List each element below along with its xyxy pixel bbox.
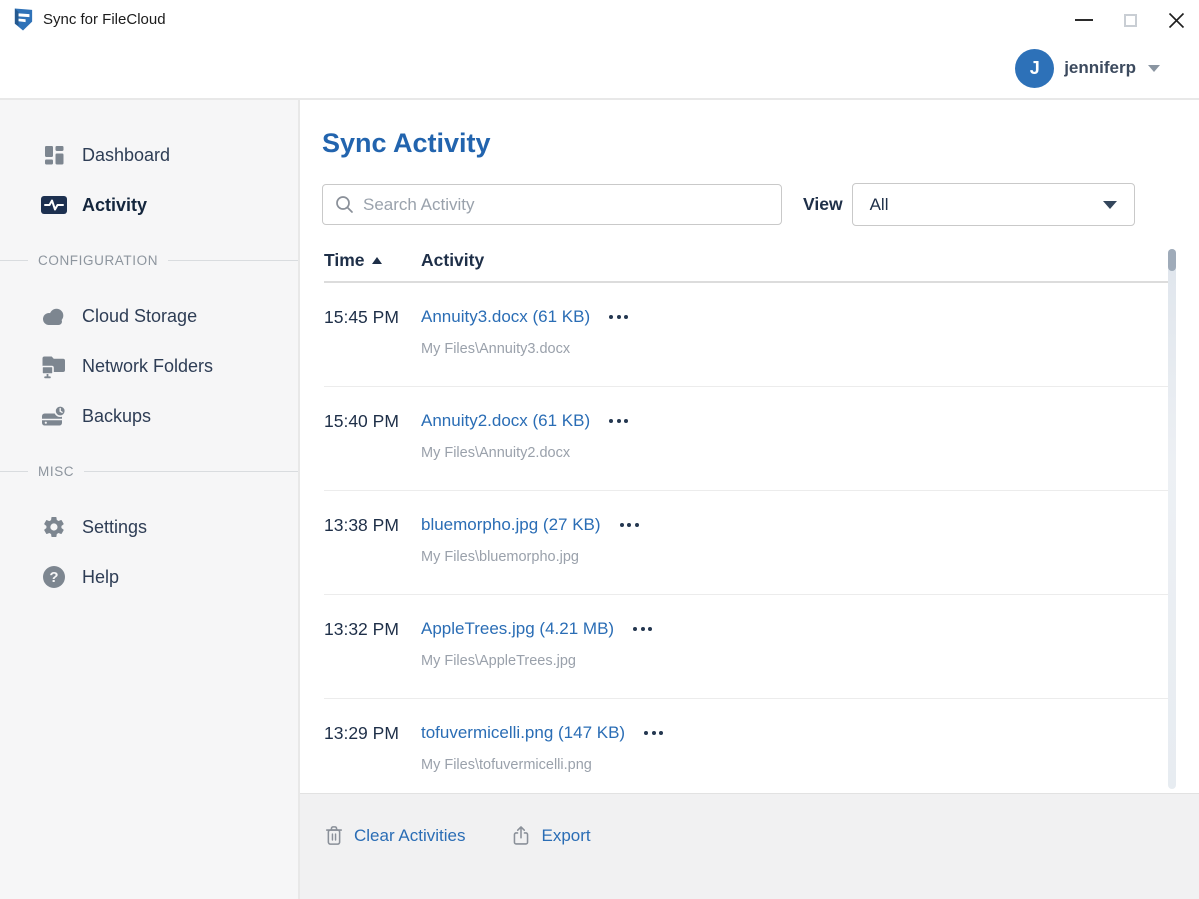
file-path: My Files\tofuvermicelli.png xyxy=(421,757,665,773)
sidebar-item-settings[interactable]: Settings xyxy=(0,502,298,552)
table-row: 13:38 PM bluemorpho.jpg (27 KB) My Files… xyxy=(324,491,1168,595)
sidebar: Dashboard Activity CONFIGURATION xyxy=(0,100,300,899)
sidebar-section-misc: MISC xyxy=(0,441,298,502)
table-row: 13:29 PM tofuvermicelli.png (147 KB) My … xyxy=(324,699,1168,803)
file-link[interactable]: AppleTrees.jpg (4.21 MB) xyxy=(421,619,614,639)
row-menu-button[interactable] xyxy=(607,309,630,325)
backup-drive-icon xyxy=(40,404,68,429)
main-content: Sync Activity View All Time xyxy=(300,100,1199,899)
row-time: 15:45 PM xyxy=(324,307,421,386)
file-path: My Files\bluemorpho.jpg xyxy=(421,549,641,565)
table-row: 13:32 PM AppleTrees.jpg (4.21 MB) My Fil… xyxy=(324,595,1168,699)
close-icon xyxy=(1168,12,1185,29)
sidebar-item-label: Dashboard xyxy=(82,145,170,166)
clear-activities-button[interactable]: Clear Activities xyxy=(324,824,465,847)
row-activity: Annuity2.docx (61 KB) My Files\Annuity2.… xyxy=(421,411,630,490)
dropdown-caret-icon xyxy=(1103,201,1117,209)
search-box xyxy=(322,184,782,225)
sidebar-item-dashboard[interactable]: Dashboard xyxy=(0,130,298,180)
app-window: Sync for FileCloud J jenniferp xyxy=(0,0,1199,899)
clear-activities-label: Clear Activities xyxy=(354,826,465,846)
sidebar-item-label: Help xyxy=(82,567,119,588)
sidebar-item-label: Network Folders xyxy=(82,356,213,377)
row-time: 13:29 PM xyxy=(324,723,421,802)
file-link[interactable]: Annuity3.docx (61 KB) xyxy=(421,307,590,327)
file-path: My Files\Annuity3.docx xyxy=(421,341,630,357)
row-menu-button[interactable] xyxy=(631,621,654,637)
sidebar-item-label: Cloud Storage xyxy=(82,306,197,327)
close-button[interactable] xyxy=(1153,0,1199,40)
network-folder-icon xyxy=(40,354,68,379)
row-activity: Annuity3.docx (61 KB) My Files\Annuity3.… xyxy=(421,307,630,386)
user-menu[interactable]: J jenniferp xyxy=(0,38,1199,98)
search-input[interactable] xyxy=(363,195,769,215)
trash-icon xyxy=(324,824,344,847)
help-icon: ? xyxy=(40,566,68,588)
avatar[interactable]: J xyxy=(1015,49,1054,88)
username[interactable]: jenniferp xyxy=(1064,58,1136,78)
row-activity: tofuvermicelli.png (147 KB) My Files\tof… xyxy=(421,723,665,802)
app-body: Dashboard Activity CONFIGURATION xyxy=(0,100,1199,899)
sidebar-item-cloud-storage[interactable]: Cloud Storage xyxy=(0,291,298,341)
row-time: 15:40 PM xyxy=(324,411,421,490)
sidebar-section-configuration: CONFIGURATION xyxy=(0,230,298,291)
activity-footer: Clear Activities Export xyxy=(300,793,1199,899)
view-label: View xyxy=(803,194,843,215)
table-header: Time Activity xyxy=(324,250,1168,283)
gear-icon xyxy=(40,515,68,539)
file-path: My Files\Annuity2.docx xyxy=(421,445,630,461)
row-time: 13:32 PM xyxy=(324,619,421,698)
search-icon xyxy=(335,195,354,214)
row-menu-button[interactable] xyxy=(607,413,630,429)
view-dropdown[interactable]: All xyxy=(852,183,1135,226)
cloud-icon xyxy=(40,307,68,326)
activity-list: 15:45 PM Annuity3.docx (61 KB) My Files\… xyxy=(324,283,1168,803)
row-activity: bluemorpho.jpg (27 KB) My Files\bluemorp… xyxy=(421,515,641,594)
row-time: 13:38 PM xyxy=(324,515,421,594)
window-title: Sync for FileCloud xyxy=(43,11,166,28)
window-controls xyxy=(1061,0,1199,40)
scrollbar-thumb[interactable] xyxy=(1168,249,1176,271)
sidebar-item-label: Settings xyxy=(82,517,147,538)
row-menu-button[interactable] xyxy=(642,725,665,741)
export-icon xyxy=(511,824,531,847)
sidebar-item-label: Activity xyxy=(82,195,147,216)
file-path: My Files\AppleTrees.jpg xyxy=(421,653,654,669)
sidebar-item-backups[interactable]: Backups xyxy=(0,391,298,441)
sidebar-item-help[interactable]: ? Help xyxy=(0,552,298,602)
controls-row: View All xyxy=(322,183,1199,226)
row-menu-button[interactable] xyxy=(618,517,641,533)
sidebar-item-label: Backups xyxy=(82,406,151,427)
maximize-button[interactable] xyxy=(1107,0,1153,40)
column-header-time[interactable]: Time xyxy=(324,250,421,271)
vertical-scrollbar[interactable] xyxy=(1168,249,1176,789)
row-activity: AppleTrees.jpg (4.21 MB) My Files\AppleT… xyxy=(421,619,654,698)
view-selected-value: All xyxy=(870,195,889,215)
minimize-icon xyxy=(1075,19,1093,21)
titlebar: Sync for FileCloud xyxy=(0,0,1199,38)
filecloud-app-icon xyxy=(12,7,35,32)
dashboard-icon xyxy=(40,143,68,167)
table-row: 15:40 PM Annuity2.docx (61 KB) My Files\… xyxy=(324,387,1168,491)
minimize-button[interactable] xyxy=(1061,0,1107,40)
file-link[interactable]: bluemorpho.jpg (27 KB) xyxy=(421,515,601,535)
column-activity-label: Activity xyxy=(421,250,484,270)
column-header-activity[interactable]: Activity xyxy=(421,250,484,271)
table-row: 15:45 PM Annuity3.docx (61 KB) My Files\… xyxy=(324,283,1168,387)
maximize-icon xyxy=(1124,14,1137,27)
sidebar-item-network-folders[interactable]: Network Folders xyxy=(0,341,298,391)
page-title: Sync Activity xyxy=(322,128,1199,159)
activity-icon xyxy=(40,193,68,217)
export-button[interactable]: Export xyxy=(511,824,590,847)
export-label: Export xyxy=(541,826,590,846)
column-time-label: Time xyxy=(324,250,365,271)
file-link[interactable]: tofuvermicelli.png (147 KB) xyxy=(421,723,625,743)
app-header: Sync for FileCloud J jenniferp xyxy=(0,0,1199,100)
chevron-down-icon xyxy=(1148,65,1160,72)
sidebar-item-activity[interactable]: Activity xyxy=(0,180,298,230)
sort-ascending-icon xyxy=(372,257,382,264)
file-link[interactable]: Annuity2.docx (61 KB) xyxy=(421,411,590,431)
